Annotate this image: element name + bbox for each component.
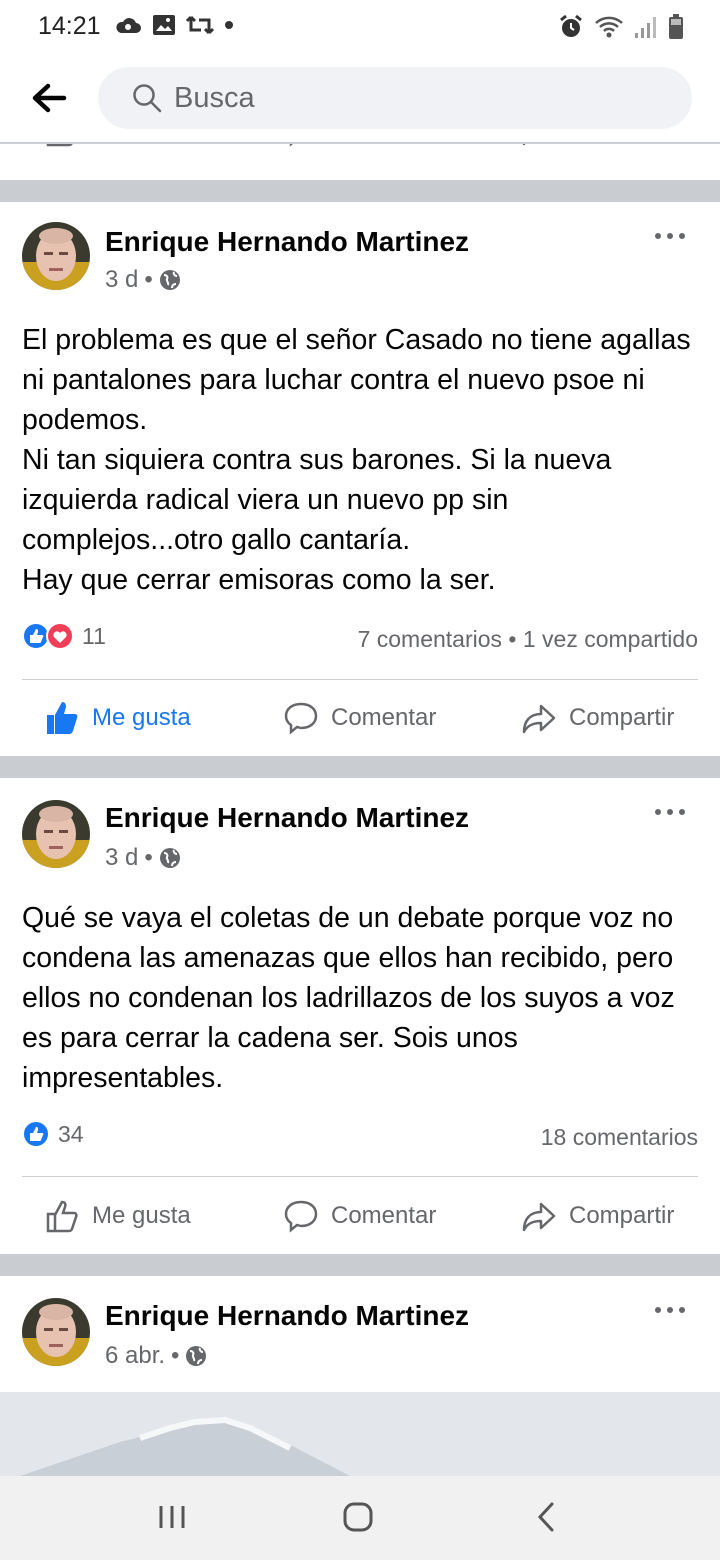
- post-author[interactable]: Enrique Hernando Martinez: [105, 226, 469, 258]
- post-text-line: Hay que cerrar emisoras como la ser.: [22, 564, 496, 596]
- meta-separator: •: [171, 1342, 180, 1369]
- profile-photo: [22, 222, 90, 290]
- signal-icon: [635, 17, 656, 38]
- cloud-icon: [116, 18, 141, 33]
- like-label: Me gusta: [92, 1202, 191, 1229]
- like-reaction-icon: [22, 1120, 50, 1148]
- like-label: Me gusta: [92, 704, 191, 731]
- more-dots-icon: [655, 1307, 685, 1313]
- wifi-icon: [595, 16, 623, 38]
- post-body: Qué se vaya el coletas de un debate porq…: [22, 898, 706, 1098]
- search-icon: [133, 84, 162, 113]
- reactions-summary[interactable]: 11: [22, 622, 106, 650]
- thumbs-up-filled-icon: [47, 702, 78, 734]
- comments-shares-count[interactable]: 7 comentarios • 1 vez compartido: [358, 626, 698, 653]
- back-arrow-icon: [32, 83, 67, 113]
- share-label: Compartir: [569, 1202, 675, 1229]
- search-box[interactable]: [98, 67, 692, 129]
- post-time[interactable]: 3 d: [105, 266, 138, 294]
- comment-bubble-icon: [284, 1200, 318, 1233]
- meta-separator: •: [144, 266, 153, 293]
- post: Enrique Hernando Martinez 6 abr. •: [0, 1276, 720, 1392]
- comment-label: Comentar: [331, 1202, 437, 1229]
- profile-photo: [22, 800, 90, 868]
- more-dots-icon: [655, 809, 685, 815]
- post: Enrique Hernando Martinez 3 d • Qué se v…: [0, 778, 720, 1254]
- share-arrow-icon: [522, 1202, 556, 1232]
- post-author[interactable]: Enrique Hernando Martinez: [105, 1300, 469, 1332]
- comment-bubble-icon: [284, 702, 318, 735]
- post-options-button[interactable]: [652, 1302, 688, 1322]
- globe-icon: [159, 270, 180, 290]
- post-options-button[interactable]: [652, 228, 688, 248]
- post-time[interactable]: 3 d: [105, 844, 138, 872]
- image-icon: [153, 15, 175, 35]
- share-label: Compartir: [569, 704, 675, 731]
- post-author[interactable]: Enrique Hernando Martinez: [105, 802, 469, 834]
- status-bar: 14:21: [0, 0, 720, 52]
- back-button[interactable]: [28, 80, 70, 116]
- post-stats: 34 18 comentarios: [22, 1120, 698, 1156]
- like-button[interactable]: Me gusta: [44, 1186, 191, 1246]
- love-reaction-icon: [46, 622, 74, 650]
- post-text-line: El problema es que el señor Casado no ti…: [22, 324, 691, 436]
- post-meta: 6 abr. •: [105, 1342, 207, 1370]
- system-nav-bar: [0, 1476, 720, 1560]
- home-button[interactable]: [338, 1498, 378, 1538]
- comment-button[interactable]: Comentar: [283, 688, 436, 748]
- feed-separator: [0, 1254, 720, 1276]
- globe-icon: [186, 1346, 207, 1366]
- feed-separator: [0, 180, 720, 202]
- status-time: 14:21: [38, 12, 101, 40]
- avatar[interactable]: [22, 800, 90, 868]
- post-image[interactable]: [0, 1392, 720, 1476]
- dot-icon: [225, 21, 233, 29]
- comments-count[interactable]: 18 comentarios: [541, 1124, 698, 1151]
- post-meta: 3 d •: [105, 844, 181, 872]
- home-icon: [343, 1502, 373, 1532]
- mountain-photo: [0, 1392, 720, 1476]
- post-text-line: Ni tan siquiera contra sus barones. Si l…: [22, 444, 612, 556]
- action-divider: [22, 1176, 698, 1177]
- globe-icon: [159, 848, 180, 868]
- thumbs-up-outline-icon: [46, 1200, 78, 1233]
- post-options-button[interactable]: [652, 804, 688, 824]
- feed-separator: [0, 756, 720, 778]
- reaction-count: 34: [58, 1120, 84, 1147]
- comment-label: Comentar: [331, 704, 437, 731]
- avatar[interactable]: [22, 222, 90, 290]
- reactions-summary[interactable]: 34: [22, 1120, 84, 1148]
- avatar[interactable]: [22, 1298, 90, 1366]
- status-notification-icons: [114, 14, 234, 36]
- post-body: El problema es que el señor Casado no ti…: [22, 320, 706, 600]
- like-button[interactable]: Me gusta: [44, 688, 191, 748]
- share-button[interactable]: Compartir: [521, 1186, 674, 1246]
- chevron-left-icon: [537, 1502, 554, 1532]
- search-input[interactable]: [174, 67, 674, 129]
- post-stats: 11 7 comentarios • 1 vez compartido: [22, 622, 698, 658]
- post-time[interactable]: 6 abr.: [105, 1342, 165, 1370]
- profile-photo: [22, 1298, 90, 1366]
- recent-apps-icon: [159, 1506, 185, 1528]
- share-button[interactable]: Compartir: [521, 688, 674, 748]
- share-arrow-icon: [522, 704, 556, 734]
- action-divider: [22, 679, 698, 680]
- battery-icon: [669, 14, 683, 39]
- comment-button[interactable]: Comentar: [283, 1186, 436, 1246]
- retweet-icon: [186, 15, 214, 35]
- post: Enrique Hernando Martinez 3 d • El probl…: [0, 202, 720, 756]
- meta-separator: •: [144, 844, 153, 871]
- back-nav-button[interactable]: [526, 1498, 566, 1538]
- post-meta: 3 d •: [105, 266, 181, 294]
- top-header: [0, 52, 720, 144]
- status-system-icons: [558, 14, 684, 40]
- reaction-count: 11: [82, 622, 106, 649]
- recent-apps-button[interactable]: [152, 1498, 192, 1538]
- more-dots-icon: [655, 233, 685, 239]
- alarm-icon: [560, 14, 582, 37]
- post-text-line: Qué se vaya el coletas de un debate porq…: [22, 902, 675, 1094]
